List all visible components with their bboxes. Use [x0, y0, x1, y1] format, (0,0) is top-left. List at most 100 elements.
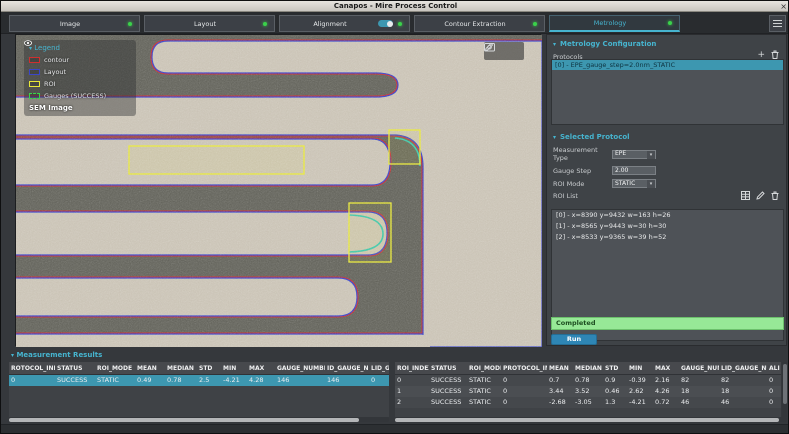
tab-image[interactable]: Image — [9, 15, 140, 32]
table-cell: 0 — [503, 398, 508, 406]
hamburger-icon[interactable] — [769, 15, 786, 32]
table-cell: 0.72 — [655, 398, 670, 406]
tab-contour-extraction[interactable]: Contour Extraction — [414, 15, 545, 32]
table-cell: 0.49 — [137, 376, 152, 384]
table-cell: 82 — [721, 376, 730, 384]
gauge-step-input[interactable] — [612, 166, 656, 175]
column-header[interactable]: MEAN — [547, 362, 573, 374]
window-title: Canapos - Mire Process Control — [333, 2, 458, 10]
close-icon[interactable]: × — [780, 1, 787, 12]
chevron-down-icon: ▾ — [647, 150, 655, 159]
edit-icon[interactable] — [756, 191, 765, 200]
protocol-item[interactable]: [0] - EPE_gauge_step=2.0nm_STATIC — [552, 60, 783, 70]
table-cell: 0 — [769, 398, 774, 406]
column-header[interactable]: STD — [603, 362, 627, 374]
column-header[interactable]: MAX — [247, 362, 275, 374]
table-cell: 2.16 — [655, 376, 670, 384]
gauge-step-label: Gauge Step — [553, 166, 592, 175]
table-cell: 2.62 — [629, 387, 644, 395]
column-header[interactable]: MIN — [221, 362, 247, 374]
roi-item[interactable]: [1] - x=8565 y=9443 w=30 h=30 — [552, 221, 783, 232]
grid-icon[interactable] — [741, 191, 750, 200]
column-header[interactable]: ID_GAUGE_NUMI — [325, 362, 369, 374]
legend-item[interactable]: Gauges (SUCCESS) — [29, 92, 131, 100]
add-protocol-icon[interactable]: + — [757, 50, 765, 59]
column-header[interactable]: LID_GAUGE_NUMB — [719, 362, 767, 374]
legend-title[interactable]: ▾ Legend — [29, 44, 131, 52]
table-row[interactable]: 2 SUCCESS STATIC 0 -2.68 -3.05 1.3 -4.21 0.72 46 4… — [395, 397, 781, 408]
table-cell: 18 — [681, 387, 690, 395]
chevron-down-icon: ▾ — [647, 180, 655, 188]
column-header[interactable]: ROTOCOL_INDE ▾ — [9, 362, 55, 374]
table-cell: 0 — [503, 387, 508, 395]
column-header[interactable]: STATUS — [55, 362, 95, 374]
table-row[interactable]: 0 SUCCESS STATIC 0.49 0.78 2.5 -4.21 4.28 146 146… — [9, 375, 389, 386]
column-header[interactable]: STD — [197, 362, 221, 374]
tab-metrology[interactable]: Metrology — [549, 15, 680, 32]
measurement-results-title[interactable]: ▾ Measurement Results — [11, 351, 102, 359]
tab-label: Image — [59, 19, 81, 28]
table-cell: 2 — [397, 398, 402, 406]
column-header[interactable]: LID_GAUGE_NUM A — [369, 362, 389, 374]
column-header[interactable]: GAUGE_NUMBER — [679, 362, 719, 374]
column-header[interactable]: GAUGE_NUMBER — [275, 362, 325, 374]
column-header[interactable]: STATUS — [429, 362, 467, 374]
right-table-vscrollbar[interactable] — [782, 362, 787, 417]
protocol-list[interactable]: [0] - EPE_gauge_step=2.0nm_STATIC — [551, 59, 784, 125]
table-cell: -0.39 — [629, 376, 646, 384]
sem-image-view[interactable]: ▾ Legend contour Layout ROI Gauges (SUCCESS… — [15, 34, 542, 347]
right-table-hscrollbar[interactable] — [395, 417, 787, 422]
legend-item[interactable]: contour — [29, 56, 131, 64]
tab-alignment[interactable]: Alignment — [279, 15, 410, 32]
table-row[interactable]: 0 SUCCESS STATIC 0 0.7 0.78 0.9 -0.39 2.16 82 82 0 — [395, 375, 781, 386]
alignment-toggle[interactable] — [378, 20, 393, 27]
tab-label: Metrology — [593, 19, 627, 27]
legend-footer[interactable]: SEM Image — [24, 40, 131, 112]
delete-protocol-icon[interactable] — [771, 50, 779, 59]
table-header-row: ROI_INDEX ▾STATUSROI_MODEPROTOCOL_INDEXM… — [395, 362, 781, 375]
column-header[interactable]: ROI_MODE — [467, 362, 501, 374]
table-cell: STATIC — [469, 376, 491, 384]
table-row[interactable]: 1 SUCCESS STATIC 0 3.44 3.52 0.46 2.62 4.26 18 18 0 — [395, 386, 781, 397]
column-header[interactable]: MEDIAN — [573, 362, 603, 374]
column-header[interactable]: MIN — [627, 362, 653, 374]
legend-swatch — [29, 81, 40, 87]
table-cell: STATIC — [469, 398, 491, 406]
column-header[interactable]: PROTOCOL_INDEX — [501, 362, 547, 374]
status-dot — [533, 21, 537, 26]
legend-item[interactable]: Layout — [29, 68, 131, 76]
legend-item[interactable]: ROI — [29, 80, 131, 88]
table-cell: STATIC — [97, 376, 119, 384]
column-header[interactable]: MEDIAN — [165, 362, 197, 374]
measurement-type-select[interactable]: EPE ▾ — [612, 149, 656, 159]
table-cell: 0.46 — [605, 387, 620, 395]
pencil-icon[interactable] — [484, 42, 494, 52]
delete-roi-icon[interactable] — [771, 191, 779, 200]
table-cell: 3.52 — [575, 387, 590, 395]
tab-bar: Image Layout Alignment Contour Extraction Me… — [1, 12, 788, 34]
table-cell: 4.26 — [655, 387, 670, 395]
column-header[interactable]: ROI_MODE — [95, 362, 135, 374]
roi-item[interactable]: [2] - x=8533 y=9365 w=39 h=52 — [552, 232, 783, 243]
section-metrology-configuration[interactable]: ▾ Metrology Configuration — [547, 35, 786, 51]
roi-mode-select[interactable]: STATIC ▾ — [612, 179, 656, 188]
roi-item[interactable]: [0] - x=8390 y=9432 w=163 h=26 — [552, 210, 783, 221]
eye-icon — [24, 40, 32, 46]
legend-swatch — [29, 69, 40, 75]
run-button[interactable]: Run — [551, 334, 597, 345]
table-cell: STATIC — [469, 387, 491, 395]
column-header[interactable]: MEAN — [135, 362, 165, 374]
status-dot — [668, 21, 672, 25]
left-table-hscrollbar[interactable] — [9, 417, 389, 422]
chevron-down-icon: ▾ — [553, 133, 557, 141]
table-cell: SUCCESS — [57, 376, 88, 384]
column-header[interactable]: ROI_INDEX ▾ — [395, 362, 429, 374]
legend-item-label: contour — [44, 56, 69, 64]
chevron-down-icon: ▾ — [11, 352, 15, 359]
tab-layout[interactable]: Layout — [144, 15, 275, 32]
column-header[interactable]: MAX — [653, 362, 679, 374]
table-cell: 0.78 — [167, 376, 182, 384]
section-selected-protocol[interactable]: ▾ Selected Protocol — [547, 128, 786, 144]
column-header[interactable]: ALI — [767, 362, 781, 374]
tab-label: Layout — [193, 19, 217, 28]
